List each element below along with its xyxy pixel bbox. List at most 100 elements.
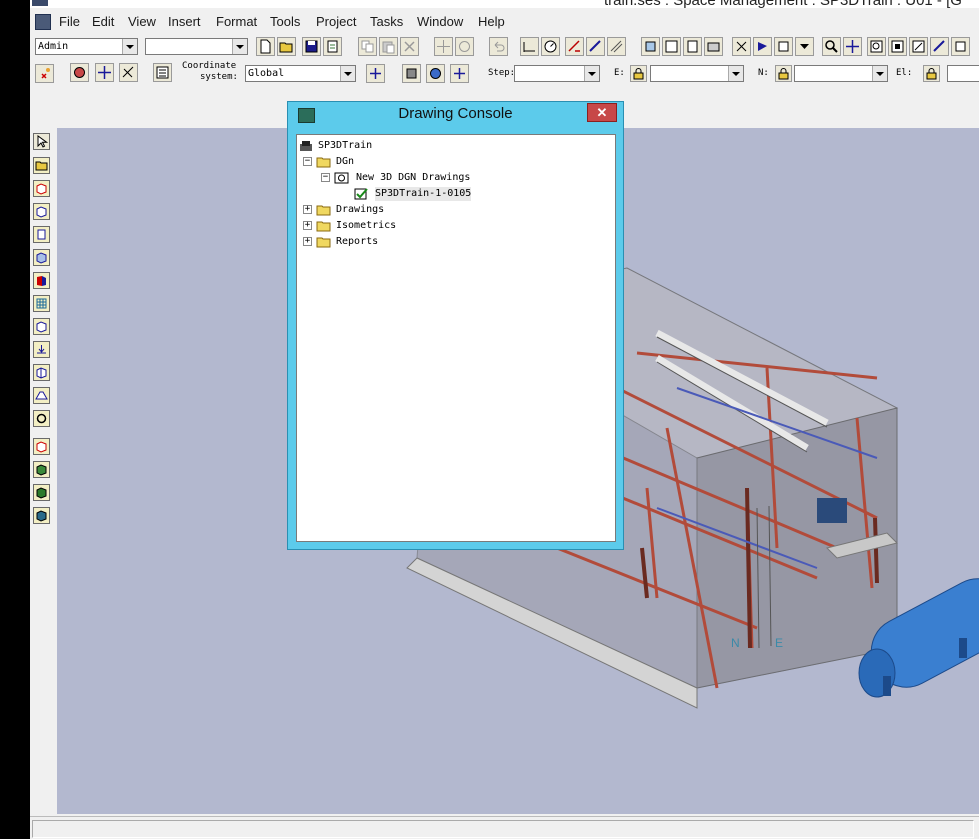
look-button[interactable] — [753, 37, 772, 56]
snap-button[interactable] — [70, 63, 89, 82]
space-path-button[interactable] — [33, 249, 50, 266]
cube-icon — [36, 487, 47, 499]
space-path-icon — [36, 252, 47, 264]
new-icon — [260, 39, 271, 54]
e-lock-button[interactable] — [630, 65, 647, 82]
zoom-window-button[interactable] — [774, 37, 793, 56]
save-button[interactable] — [302, 37, 321, 56]
pan-button[interactable] — [843, 37, 862, 56]
space-folder-button[interactable] — [33, 157, 50, 174]
dimension-button[interactable] — [520, 37, 539, 56]
el-lock-button[interactable] — [923, 65, 940, 82]
close-button[interactable]: ✕ — [587, 103, 617, 122]
spherical-button[interactable] — [426, 64, 445, 83]
check-button[interactable] — [565, 37, 584, 56]
undo-button[interactable] — [489, 37, 508, 56]
zoom-button[interactable] — [822, 37, 841, 56]
layer-button[interactable] — [153, 63, 172, 82]
drawing-console-window[interactable]: Drawing Console ✕ SP3DTrain − DGn − New … — [287, 101, 624, 550]
smartsketch-toolbar: Coordinate system: Global Step: E: N: El… — [30, 60, 979, 90]
surface-button[interactable] — [33, 387, 50, 404]
collapse-icon[interactable]: − — [303, 157, 312, 166]
relative-button[interactable] — [402, 64, 421, 83]
drawing-console-tree[interactable]: SP3DTrain − DGn − New 3D DGN Drawings SP… — [296, 134, 616, 542]
pinpoint-icon — [98, 66, 111, 79]
expand-icon[interactable]: + — [303, 221, 312, 230]
cube-green-icon — [36, 464, 47, 476]
more-dropdown-button[interactable] — [795, 37, 814, 56]
expand-icon[interactable]: + — [303, 205, 312, 214]
left-vertical-toolbar — [30, 130, 54, 530]
menu-file[interactable]: File — [59, 14, 80, 29]
dimension-icon — [523, 42, 535, 52]
n-lock-button[interactable] — [775, 65, 792, 82]
open-button[interactable] — [277, 37, 296, 56]
drawing-volume-icon — [36, 321, 47, 333]
filter-select[interactable] — [145, 38, 248, 55]
menu-window[interactable]: Window — [417, 14, 463, 29]
fence-button[interactable] — [607, 37, 626, 56]
settings-button[interactable] — [909, 37, 928, 56]
view-style-button[interactable] — [641, 37, 660, 56]
grid-button[interactable] — [33, 295, 50, 312]
permission-group-select[interactable]: Admin — [35, 38, 138, 55]
zoom-area-button[interactable] — [867, 37, 886, 56]
rotate-button[interactable] — [455, 37, 474, 56]
ruler-button[interactable] — [930, 37, 949, 56]
properties-button[interactable] — [323, 37, 342, 56]
place-drawing-button[interactable] — [33, 341, 50, 358]
fit-button[interactable] — [888, 37, 907, 56]
copy-button[interactable] — [358, 37, 377, 56]
coordinate-system-select[interactable]: Global — [245, 65, 356, 82]
app-icon — [32, 0, 48, 6]
model-button[interactable] — [33, 364, 50, 381]
cube-green-button[interactable] — [33, 461, 50, 478]
step-select[interactable] — [514, 65, 600, 82]
cube-layer-button[interactable] — [33, 507, 50, 524]
volume-button[interactable] — [33, 438, 50, 455]
menu-insert[interactable]: Insert — [168, 14, 201, 29]
box-volume-button[interactable] — [33, 180, 50, 197]
expand-icon[interactable]: + — [303, 237, 312, 246]
e-coordinate-input[interactable] — [650, 65, 744, 82]
collapse-icon[interactable]: − — [321, 173, 330, 182]
tool-settings-button[interactable] — [119, 63, 138, 82]
menu-view[interactable]: View — [128, 14, 156, 29]
menu-tasks[interactable]: Tasks — [370, 14, 403, 29]
drawing-volume-button[interactable] — [33, 318, 50, 335]
new-button[interactable] — [256, 37, 275, 56]
volume-by-points-button[interactable] — [33, 203, 50, 220]
select-button[interactable] — [586, 37, 605, 56]
menu-edit[interactable]: Edit — [92, 14, 114, 29]
el-coordinate-input[interactable] — [947, 65, 979, 82]
measure-button[interactable] — [541, 37, 560, 56]
tool-icon — [955, 41, 966, 52]
menu-format[interactable]: Format — [216, 14, 257, 29]
link-button[interactable] — [33, 410, 50, 427]
menu-help[interactable]: Help — [478, 14, 505, 29]
space-grid-button[interactable] — [33, 226, 50, 243]
move-button[interactable] — [434, 37, 453, 56]
reference-button[interactable] — [33, 272, 50, 289]
tool-button[interactable] — [951, 37, 970, 56]
delete-button[interactable] — [400, 37, 419, 56]
camera-button[interactable] — [704, 37, 723, 56]
clip-button[interactable] — [683, 37, 702, 56]
menu-project[interactable]: Project — [316, 14, 356, 29]
reposition-button[interactable] — [450, 64, 469, 83]
menu-tools[interactable]: Tools — [270, 14, 300, 29]
view-button[interactable] — [662, 37, 681, 56]
cancel-button[interactable] — [35, 64, 54, 83]
rotate-view-button[interactable] — [732, 37, 751, 56]
pinpoint-button[interactable] — [95, 63, 114, 82]
document-icon[interactable] — [35, 14, 51, 30]
n-coordinate-input[interactable] — [794, 65, 888, 82]
cube-button[interactable] — [33, 484, 50, 501]
chevron-down-icon — [800, 44, 809, 49]
step-label: Step: — [488, 68, 516, 78]
workstation-icon — [300, 141, 312, 151]
select-tool-button[interactable] — [33, 133, 50, 150]
paste-button[interactable] — [379, 37, 398, 56]
open-icon — [279, 42, 293, 53]
pinpoint-origin-button[interactable] — [366, 64, 385, 83]
